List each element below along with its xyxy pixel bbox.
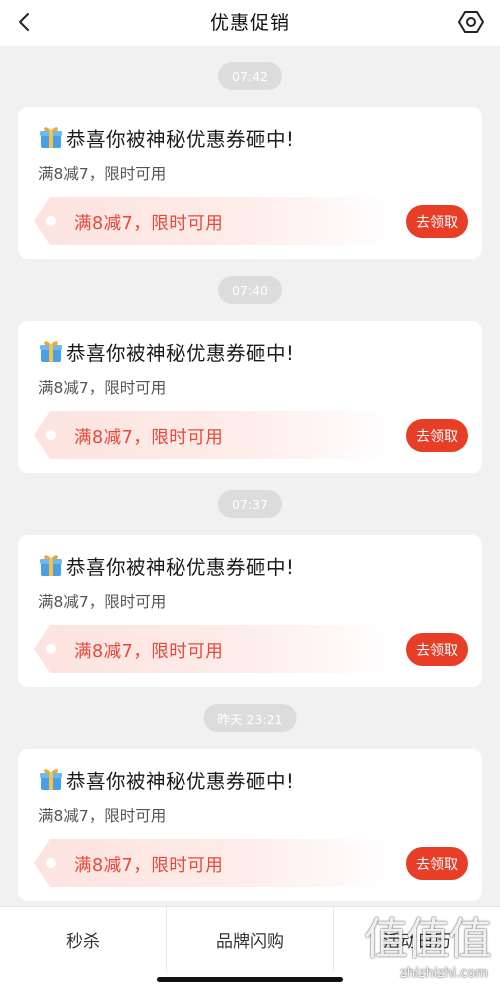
coupon-notch-dot (46, 216, 56, 226)
claim-button[interactable]: 去领取 (406, 847, 468, 880)
coupon-notch-dot (46, 644, 56, 654)
message-card[interactable]: 恭喜你被神秘优惠券砸中! 满8减7，限时可用 满8减7，限时可用 去领取 (18, 321, 482, 473)
coupon-bar[interactable]: 满8减7，限时可用 去领取 (34, 839, 468, 887)
home-indicator[interactable] (157, 977, 343, 982)
coupon-bar[interactable]: 满8减7，限时可用 去领取 (34, 197, 468, 245)
card-title: 恭喜你被神秘优惠券砸中! (66, 769, 295, 793)
card-subtitle: 满8减7，限时可用 (38, 807, 167, 825)
message-card[interactable]: 恭喜你被神秘优惠券砸中! 满8减7，限时可用 满8减7，限时可用 去领取 (18, 749, 482, 901)
card-title: 恭喜你被神秘优惠券砸中! (66, 341, 295, 365)
claim-button[interactable]: 去领取 (406, 419, 468, 452)
timestamp-pill: 07:40 (217, 276, 283, 304)
gift-icon (40, 769, 62, 790)
coupon-bar[interactable]: 满8减7，限时可用 去领取 (34, 625, 468, 673)
message-card[interactable]: 恭喜你被神秘优惠券砸中! 满8减7，限时可用 满8减7，限时可用 去领取 (18, 107, 482, 259)
message-card[interactable]: 恭喜你被神秘优惠券砸中! 满8减7，限时可用 满8减7，限时可用 去领取 (18, 535, 482, 687)
timestamp-pill: 07:42 (217, 62, 283, 90)
page-title: 优惠促销 (209, 12, 290, 34)
gift-icon (40, 341, 62, 362)
settings-button[interactable] (456, 7, 486, 37)
card-title: 恭喜你被神秘优惠券砸中! (66, 127, 295, 151)
card-subtitle: 满8减7，限时可用 (38, 379, 167, 397)
timestamp-pill: 07:37 (217, 490, 283, 518)
timestamp-pill: 昨天 23:21 (203, 704, 297, 732)
top-nav-bar: 优惠促销 (0, 0, 500, 46)
gift-icon (40, 555, 62, 576)
claim-button[interactable]: 去领取 (406, 205, 468, 238)
coupon-notch-dot (46, 430, 56, 440)
coupon-text: 满8减7，限时可用 (74, 642, 224, 662)
gift-icon (40, 127, 62, 148)
claim-button[interactable]: 去领取 (406, 633, 468, 666)
coupon-notch-dot (46, 858, 56, 868)
card-title-row: 恭喜你被神秘优惠券砸中! (38, 551, 294, 579)
tab-flash-sale[interactable]: 秒杀 (0, 907, 166, 971)
coupon-text: 满8减7，限时可用 (74, 214, 224, 234)
bottom-tab-bar: 秒杀 品牌闪购 活动日历 (0, 906, 500, 989)
tab-activity-calendar[interactable]: 活动日历 (334, 907, 500, 971)
card-title: 恭喜你被神秘优惠券砸中! (66, 555, 295, 579)
tab-brand-flash[interactable]: 品牌闪购 (167, 907, 333, 971)
coupon-bar[interactable]: 满8减7，限时可用 去领取 (34, 411, 468, 459)
coupon-text: 满8减7，限时可用 (74, 856, 224, 876)
card-title-row: 恭喜你被神秘优惠券砸中! (38, 123, 294, 151)
card-subtitle: 满8减7，限时可用 (38, 165, 167, 183)
hexagon-settings-icon (458, 11, 484, 33)
coupon-text: 满8减7，限时可用 (74, 428, 224, 448)
card-title-row: 恭喜你被神秘优惠券砸中! (38, 337, 294, 365)
card-title-row: 恭喜你被神秘优惠券砸中! (38, 765, 294, 793)
card-subtitle: 满8减7，限时可用 (38, 593, 167, 611)
